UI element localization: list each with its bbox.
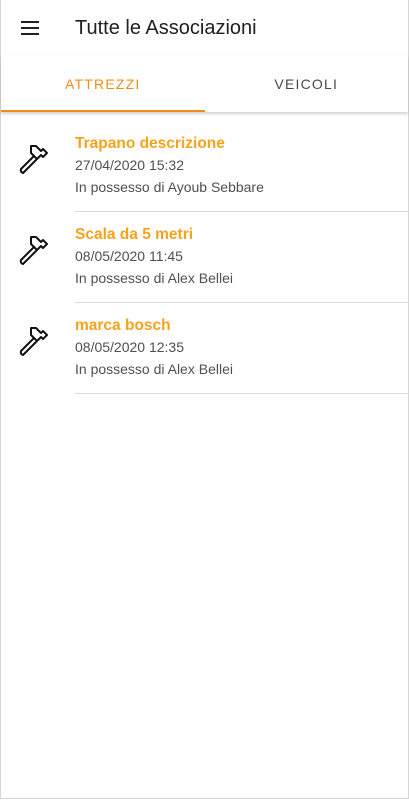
item-owner: In possesso di Alex Bellei bbox=[75, 361, 233, 377]
item-owner: In possesso di Alex Bellei bbox=[75, 270, 233, 286]
list-item[interactable]: marca bosch 08/05/2020 12:35 In possesso… bbox=[1, 303, 408, 394]
app-screen: Tutte le Associazioni ATTREZZI VEICOLI T… bbox=[0, 0, 409, 799]
list-item[interactable]: Trapano descrizione 27/04/2020 15:32 In … bbox=[1, 121, 408, 212]
item-title: Trapano descrizione bbox=[75, 135, 225, 152]
item-title: Scala da 5 metri bbox=[75, 226, 194, 243]
hammer-icon bbox=[19, 236, 48, 265]
item-date: 08/05/2020 12:35 bbox=[75, 339, 184, 355]
page-title: Tutte le Associazioni bbox=[75, 17, 257, 39]
divider bbox=[75, 393, 408, 394]
item-owner: In possesso di Ayoub Sebbare bbox=[75, 179, 264, 195]
hammer-icon bbox=[19, 145, 48, 174]
hammer-icon bbox=[19, 327, 48, 356]
item-date: 08/05/2020 11:45 bbox=[75, 248, 183, 264]
tab-attrezzi[interactable]: ATTREZZI bbox=[1, 56, 205, 112]
menu-button[interactable] bbox=[15, 14, 45, 42]
list-item[interactable]: Scala da 5 metri 08/05/2020 11:45 In pos… bbox=[1, 212, 408, 303]
item-date: 27/04/2020 15:32 bbox=[75, 157, 184, 173]
tab-veicoli[interactable]: VEICOLI bbox=[205, 56, 409, 112]
tab-bar: ATTREZZI VEICOLI bbox=[1, 56, 408, 112]
item-title: marca bosch bbox=[75, 317, 171, 334]
app-bar: Tutte le Associazioni bbox=[1, 0, 408, 56]
hamburger-menu-icon bbox=[21, 21, 39, 35]
association-list: Trapano descrizione 27/04/2020 15:32 In … bbox=[1, 112, 408, 394]
